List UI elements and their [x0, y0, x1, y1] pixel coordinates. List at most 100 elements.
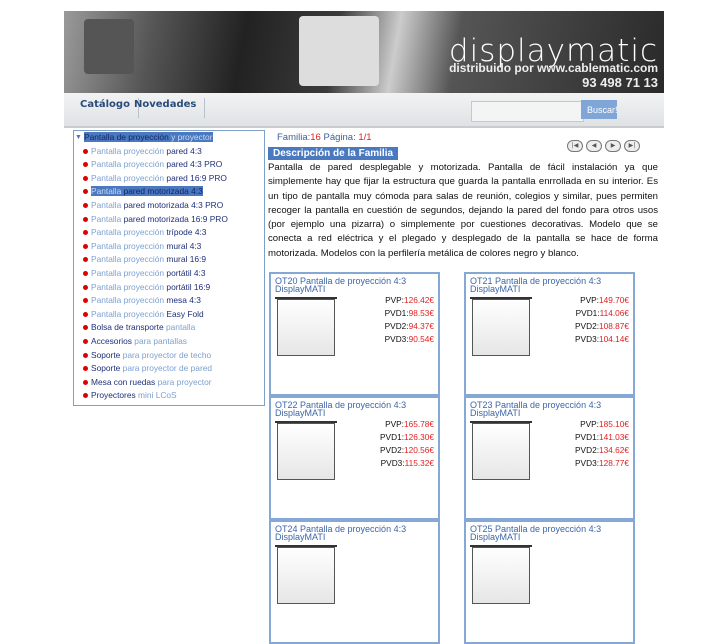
screen-image[interactable]	[470, 297, 532, 356]
category-item[interactable]: Soporte para proyector de pared	[74, 362, 264, 376]
category-label: pared motorizada 16:9 PRO	[123, 213, 228, 224]
price-row: PVD2:108.87€	[575, 320, 629, 333]
bullet-icon	[83, 325, 88, 331]
tagline: distribuido por www.cablematic.com	[449, 61, 658, 75]
price-list: PVP:149.70€ PVD1:114.06€ PVD2:108.87€ PVD3:…	[575, 294, 629, 346]
price-row: PVD1:98.53€	[385, 307, 434, 320]
screen-image[interactable]	[470, 545, 532, 604]
price-label: PVP:	[580, 295, 599, 305]
category-item[interactable]: Pantalla proyección Easy Fold	[74, 308, 264, 322]
category-item[interactable]: Accesorios para pantallas	[74, 335, 264, 349]
category-label: para pantallas	[134, 335, 187, 346]
product-title[interactable]: OT24 Pantalla de proyección 4:3 DisplayM…	[275, 525, 438, 542]
product-card[interactable]: OT21 Pantalla de proyección 4:3 DisplayM…	[464, 272, 635, 396]
product-card[interactable]: OT20 Pantalla de proyección 4:3 DisplayM…	[269, 272, 440, 396]
category-item[interactable]: Pantalla proyección portátil 16:9	[74, 281, 264, 295]
category-item[interactable]: Pantalla proyección pared 4:3 PRO	[74, 158, 264, 172]
price-value: 115.32€	[404, 458, 434, 468]
price-value: 141.03€	[599, 432, 629, 442]
category-label: Pantalla proyección	[91, 227, 165, 238]
search-input[interactable]	[471, 101, 584, 122]
search-button[interactable]: Buscar!	[581, 100, 618, 119]
price-value: 90.54€	[408, 334, 434, 344]
category-item[interactable]: Bolsa de transporte pantalla	[74, 321, 264, 335]
price-row: PVP:185.10€	[575, 418, 629, 431]
product-card[interactable]: OT23 Pantalla de proyección 4:3 DisplayM…	[464, 396, 635, 520]
family-info: Familia:16 Página: 1/1	[277, 132, 372, 143]
product-card[interactable]: OT22 Pantalla de proyección 4:3 DisplayM…	[269, 396, 440, 520]
first-page-icon[interactable]: |◀	[567, 140, 583, 152]
category-item[interactable]: Pantalla proyección pared 16:9 PRO	[74, 172, 264, 186]
product-title[interactable]: OT21 Pantalla de proyección 4:3 DisplayM…	[470, 277, 633, 294]
product-title[interactable]: OT25 Pantalla de proyección 4:3 DisplayM…	[470, 525, 633, 542]
bullet-icon	[83, 216, 88, 222]
price-value: 126.42€	[404, 295, 434, 305]
price-value: 165.78€	[404, 419, 434, 429]
prev-page-icon[interactable]: ◀	[586, 140, 602, 152]
screen-image[interactable]	[275, 297, 337, 356]
screen-image[interactable]	[275, 421, 337, 480]
bullet-icon	[83, 175, 88, 181]
product-title[interactable]: OT20 Pantalla de proyección 4:3 DisplayM…	[275, 277, 438, 294]
category-label: Mesa con ruedas	[91, 376, 156, 387]
price-label: PVD3:	[380, 458, 405, 468]
price-label: PVD2:	[575, 445, 599, 455]
price-row: PVD2:94.37€	[385, 320, 434, 333]
price-list: PVP:185.10€ PVD1:141.03€ PVD2:134.62€ PVD3:…	[575, 418, 629, 470]
category-tree: ▼ Pantalla de proyección y proyector Panta…	[73, 130, 265, 406]
price-row: PVP:126.42€	[385, 294, 434, 307]
category-item[interactable]: Pantalla proyección mural 16:9	[74, 253, 264, 267]
category-label: Pantalla	[91, 199, 122, 210]
pager: |◀ ◀ ▶ ▶|	[567, 132, 643, 152]
price-label: PVD1:	[380, 432, 404, 442]
category-item[interactable]: Pantalla proyección pared 4:3	[74, 145, 264, 159]
price-label: PVD1:	[575, 308, 600, 318]
price-row: PVD1:126.30€	[380, 431, 434, 444]
price-label: PVD3:	[575, 334, 599, 344]
next-page-icon[interactable]: ▶	[605, 140, 621, 152]
category-item[interactable]: Pantalla proyección mesa 4:3	[74, 294, 264, 308]
price-label: PVD2:	[384, 321, 409, 331]
screen-image[interactable]	[275, 545, 337, 604]
price-value: 94.37€	[408, 321, 434, 331]
screen-image[interactable]	[470, 421, 532, 480]
category-label: Pantalla proyección	[91, 145, 165, 156]
category-label: pared 4:3 PRO	[166, 159, 223, 170]
category-item[interactable]: Pantalla proyección portátil 4:3	[74, 267, 264, 281]
bullet-icon	[83, 284, 88, 290]
bullet-icon	[83, 189, 88, 195]
bullet-icon	[83, 270, 88, 276]
price-label: PVD3:	[384, 334, 409, 344]
price-list: PVP:126.42€ PVD1:98.53€ PVD2:94.37€ PVD3:90…	[385, 294, 434, 346]
product-card[interactable]: OT24 Pantalla de proyección 4:3 DisplayM…	[269, 520, 440, 644]
price-value: 120.56€	[404, 445, 434, 455]
category-item[interactable]: Pantalla pared motorizada 4:3 PRO	[74, 199, 264, 213]
bullet-icon	[83, 366, 88, 372]
category-label: y proyector	[171, 132, 213, 142]
bullet-icon	[83, 162, 88, 168]
category-root[interactable]: ▼ Pantalla de proyección y proyector	[74, 131, 264, 145]
category-label: pared motorizada 4:3 PRO	[123, 199, 224, 210]
category-label: portátil 4:3	[166, 267, 206, 278]
description-title: Descripción de la Familia	[268, 147, 399, 160]
price-value: 114.06€	[599, 308, 629, 318]
category-item[interactable]: Pantalla pared motorizada 4:3	[74, 185, 264, 199]
price-value: 108.87€	[599, 321, 629, 331]
category-item[interactable]: Mesa con ruedas para proyector	[74, 376, 264, 390]
product-card[interactable]: OT25 Pantalla de proyección 4:3 DisplayM…	[464, 520, 635, 644]
last-page-icon[interactable]: ▶|	[624, 140, 640, 152]
product-title[interactable]: OT23 Pantalla de proyección 4:3 DisplayM…	[470, 401, 633, 418]
category-item[interactable]: Pantalla proyección mural 4:3	[74, 240, 264, 254]
category-label: mesa 4:3	[166, 295, 201, 306]
category-item[interactable]: Proyectores mini LCoS	[74, 389, 264, 403]
category-item[interactable]: Soporte para proyector de techo	[74, 349, 264, 363]
category-item[interactable]: Pantalla pared motorizada 16:9 PRO	[74, 213, 264, 227]
triangle-down-icon: ▼	[75, 134, 82, 141]
nav-novedades[interactable]: Novedades	[126, 98, 206, 118]
bullet-icon	[83, 298, 88, 304]
category-label: trípode 4:3	[166, 227, 207, 238]
product-title[interactable]: OT22 Pantalla de proyección 4:3 DisplayM…	[275, 401, 438, 418]
price-value: 98.53€	[408, 308, 434, 318]
price-row: PVD3:104.14€	[575, 333, 629, 346]
category-item[interactable]: Pantalla proyección trípode 4:3	[74, 226, 264, 240]
